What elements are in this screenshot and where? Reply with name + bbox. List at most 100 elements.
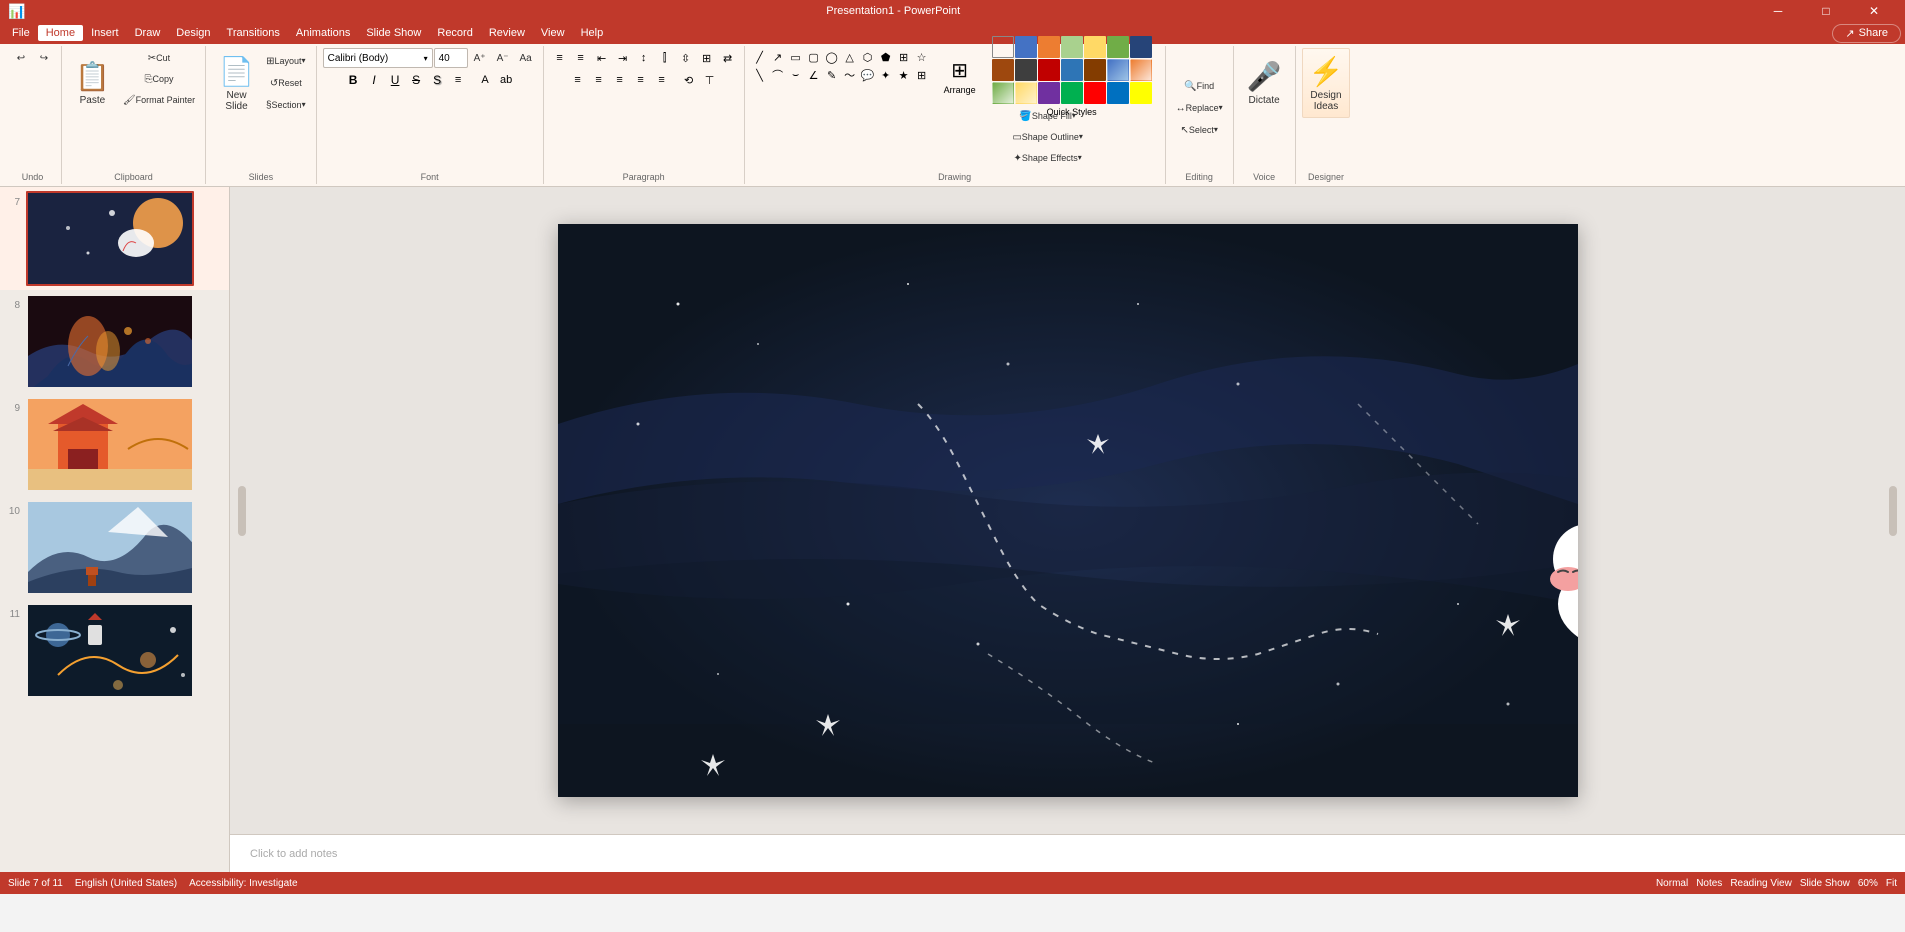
shape-more5[interactable]: ☆ — [913, 48, 931, 66]
layout-button[interactable]: ⊞ Layout ▾ — [262, 51, 310, 71]
numbering-button[interactable]: ≡ — [571, 48, 591, 68]
scroll-left-handle[interactable] — [238, 486, 246, 536]
scroll-right-handle[interactable] — [1889, 486, 1897, 536]
minimize-button[interactable]: ─ — [1755, 0, 1801, 22]
highlight-button[interactable]: ab — [496, 70, 516, 90]
shape-angle[interactable]: ∠ — [805, 66, 823, 84]
style-swatch-14[interactable] — [992, 82, 1014, 104]
style-swatch-10[interactable] — [1061, 59, 1083, 81]
shape-line[interactable]: ╱ — [751, 48, 769, 66]
text-align-button[interactable]: ⊤ — [700, 70, 720, 90]
shape-expand[interactable]: ⊞ — [913, 66, 931, 84]
slideshow-view-button[interactable]: Slide Show — [1800, 878, 1850, 889]
slide-item-9[interactable]: 9 — [0, 393, 229, 496]
style-swatch-3[interactable] — [1061, 36, 1083, 58]
style-swatch-17[interactable] — [1061, 82, 1083, 104]
style-swatch-20[interactable] — [1130, 82, 1152, 104]
justify-button[interactable]: ≡ — [631, 70, 651, 90]
share-button[interactable]: ↗ Share — [1832, 24, 1901, 43]
align-justify-button[interactable]: ≡ — [652, 70, 672, 90]
italic-button[interactable]: I — [364, 70, 384, 90]
new-slide-button[interactable]: 📄 NewSlide — [212, 48, 261, 118]
shape-freeform[interactable]: ✎ — [823, 66, 841, 84]
menu-insert[interactable]: Insert — [83, 25, 127, 41]
menu-help[interactable]: Help — [573, 25, 612, 41]
style-swatch-16[interactable] — [1038, 82, 1060, 104]
decrease-indent-button[interactable]: ⇤ — [592, 48, 612, 68]
reset-button[interactable]: ↺ Reset — [262, 73, 310, 93]
select-button[interactable]: ↖ Select ▾ — [1172, 120, 1227, 140]
shape-callout[interactable]: 💬 — [859, 66, 877, 84]
style-swatch-13[interactable] — [1130, 59, 1152, 81]
normal-view-button[interactable]: Normal — [1656, 878, 1688, 889]
menu-review[interactable]: Review — [481, 25, 533, 41]
copy-button[interactable]: ⎘ Copy — [119, 69, 199, 89]
menu-file[interactable]: File — [4, 25, 38, 41]
shadow-button[interactable]: S — [427, 70, 447, 90]
shape-rounded-rect[interactable]: ▢ — [805, 48, 823, 66]
find-button[interactable]: 🔍 Find — [1172, 76, 1227, 96]
strikethrough-button[interactable]: S — [406, 70, 426, 90]
smartart-button[interactable]: ⊞ — [697, 48, 717, 68]
style-swatch-5[interactable] — [1107, 36, 1129, 58]
slide-thumb-9[interactable] — [26, 397, 194, 492]
shape-rect[interactable]: ▭ — [787, 48, 805, 66]
shape-more3[interactable]: ⬟ — [877, 48, 895, 66]
replace-button[interactable]: ↔ Replace ▾ — [1172, 98, 1227, 118]
style-swatch-8[interactable] — [1015, 59, 1037, 81]
columns-button[interactable]: ⫿ — [655, 48, 675, 68]
shape-more2[interactable]: ⬡ — [859, 48, 877, 66]
style-swatch-1[interactable] — [1015, 36, 1037, 58]
slide-thumb-10[interactable] — [26, 500, 194, 595]
line-spacing-button[interactable]: ↕ — [634, 48, 654, 68]
slide-thumb-8[interactable] — [26, 294, 194, 389]
maximize-button[interactable]: □ — [1803, 0, 1849, 22]
style-swatch-19[interactable] — [1107, 82, 1129, 104]
shape-ellipse[interactable]: ◯ — [823, 48, 841, 66]
shape-outline-button[interactable]: ▭ Shape Outline ▾ — [937, 127, 1159, 147]
align-right-button[interactable]: ≡ — [610, 70, 630, 90]
slide-item-11[interactable]: 11 — [0, 599, 229, 702]
shape-more1[interactable]: △ — [841, 48, 859, 66]
shape-star5[interactable]: ★ — [895, 66, 913, 84]
align-left-button[interactable]: ≡ — [568, 70, 588, 90]
menu-record[interactable]: Record — [429, 25, 480, 41]
dictate-button[interactable]: 🎤 Dictate — [1240, 48, 1289, 118]
shape-arrow[interactable]: ↗ — [769, 48, 787, 66]
style-swatch-15[interactable] — [1015, 82, 1037, 104]
style-swatch-18[interactable] — [1084, 82, 1106, 104]
close-button[interactable]: ✕ — [1851, 0, 1897, 22]
shape-star4[interactable]: ✦ — [877, 66, 895, 84]
paste-button[interactable]: 📋 Paste — [68, 48, 117, 118]
bold-button[interactable]: B — [343, 70, 363, 90]
style-swatch-2[interactable] — [1038, 36, 1060, 58]
style-swatch-0[interactable] — [992, 36, 1014, 58]
menu-view[interactable]: View — [533, 25, 573, 41]
shape-fill-button[interactable]: 🪣 Shape Fill ▾ — [937, 106, 1159, 126]
menu-draw[interactable]: Draw — [127, 25, 169, 41]
menu-slideshow[interactable]: Slide Show — [358, 25, 429, 41]
slide-canvas[interactable] — [558, 224, 1578, 797]
style-swatch-11[interactable] — [1084, 59, 1106, 81]
bullets-button[interactable]: ≡ — [550, 48, 570, 68]
shape-more4[interactable]: ⊞ — [895, 48, 913, 66]
reading-view-button[interactable]: Reading View — [1730, 878, 1792, 889]
align-center-button[interactable]: ≡ — [589, 70, 609, 90]
menu-animations[interactable]: Animations — [288, 25, 358, 41]
menu-design[interactable]: Design — [168, 25, 218, 41]
para-spacing-button[interactable]: ⇳ — [676, 48, 696, 68]
text-direction-button[interactable]: ⟲ — [679, 70, 699, 90]
shape-curve1[interactable]: ⌒ — [769, 66, 787, 84]
format-painter-button[interactable]: 🖌 Format Painter — [119, 90, 199, 110]
font-color-button[interactable]: A — [475, 70, 495, 90]
decrease-font-button[interactable]: A⁻ — [492, 48, 514, 68]
slide-item-8[interactable]: 8 — [0, 290, 229, 393]
notes-bar[interactable]: Click to add notes — [230, 834, 1905, 872]
style-swatch-6[interactable] — [1130, 36, 1152, 58]
clear-formatting-button[interactable]: Aa — [515, 48, 537, 68]
style-swatch-7[interactable] — [992, 59, 1014, 81]
shape-effects-button[interactable]: ✦ Shape Effects ▾ — [937, 148, 1159, 168]
convert-button[interactable]: ⇄ — [718, 48, 738, 68]
shape-scribble[interactable]: 〜 — [841, 66, 859, 84]
cut-button[interactable]: ✂ Cut — [119, 48, 199, 68]
